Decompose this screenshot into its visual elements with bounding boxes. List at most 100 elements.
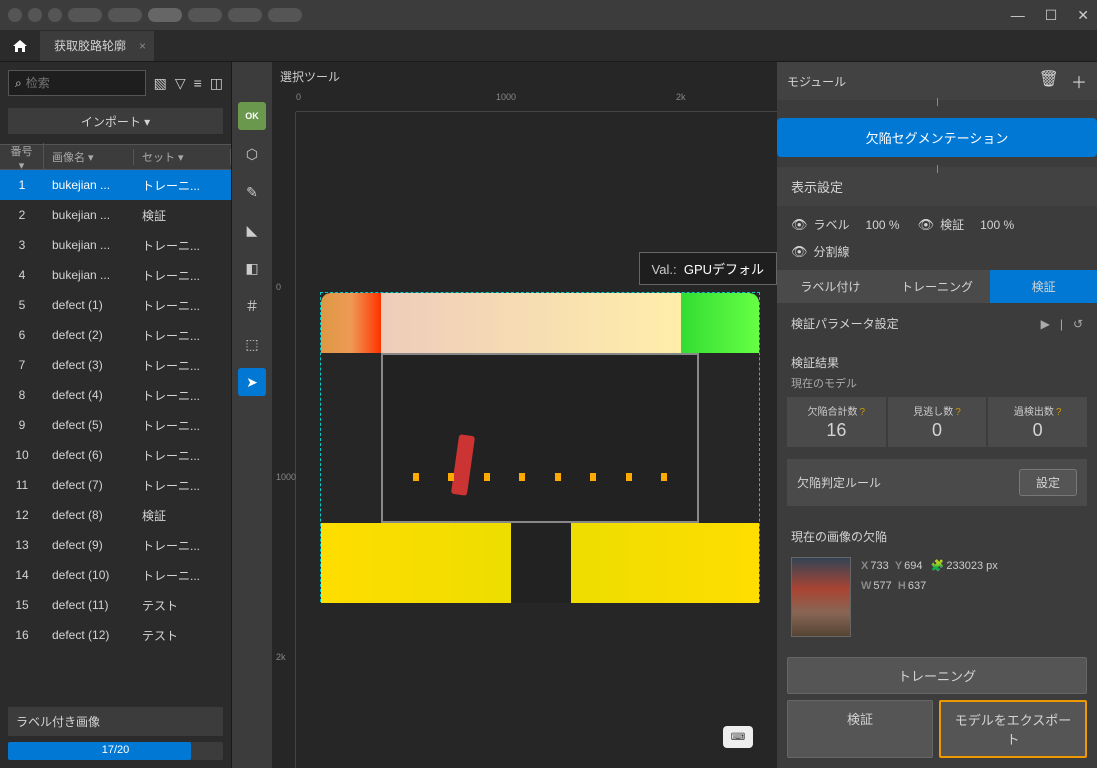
table-header: 番号 ▾ 画像名 ▾ セット ▾ <box>0 144 231 170</box>
eye-icon: 👁 <box>918 217 935 233</box>
add-image-icon[interactable]: ▧ <box>154 75 167 92</box>
segmentation-button[interactable]: 欠陥セグメンテーション <box>777 118 1097 157</box>
menu-dot[interactable] <box>28 8 42 22</box>
select-tool[interactable]: ⬚ <box>238 330 266 358</box>
stat-miss: 見逃し数? 0 <box>888 397 987 447</box>
eye-icon: 👁 <box>791 244 808 260</box>
move-tool[interactable]: ➤ <box>238 368 266 396</box>
stat-over: 過検出数? 0 <box>988 397 1087 447</box>
menu-item[interactable] <box>188 8 222 22</box>
search-input[interactable]: ⌕ <box>8 70 146 96</box>
progress-text: 17/20 <box>8 744 223 756</box>
table-row[interactable]: 7defect (3)トレーニ... <box>0 350 231 380</box>
tabbar: 获取胶路轮廓 × <box>0 30 1097 62</box>
defect-region[interactable] <box>451 434 475 496</box>
close-button[interactable]: ✕ <box>1077 7 1089 24</box>
menu-dot[interactable] <box>8 8 22 22</box>
verify-button[interactable]: 検証 <box>787 700 933 758</box>
verify-params[interactable]: 検証パラメータ設定 ▶ | ↺ <box>777 303 1097 344</box>
grid-tool[interactable]: ＃ <box>238 292 266 320</box>
defect-item[interactable]: X733 Y694 🧩233023 px W577 H637 <box>777 551 1097 643</box>
expand-icon[interactable]: ▶ <box>1041 317 1050 331</box>
table-row[interactable]: 1bukejian ...トレーニ... <box>0 170 231 200</box>
puzzle-icon: 🧩 <box>931 560 945 572</box>
module-title: モジュール <box>787 73 846 90</box>
angle-tool[interactable]: ◣ <box>238 216 266 244</box>
table-row[interactable]: 3bukejian ...トレーニ... <box>0 230 231 260</box>
tab-project[interactable]: 获取胶路轮廓 × <box>40 31 154 61</box>
import-button[interactable]: インポート ▾ <box>8 108 223 134</box>
table-row[interactable]: 12defect (8)検証 <box>0 500 231 530</box>
table-row[interactable]: 14defect (10)トレーニ... <box>0 560 231 590</box>
table-row[interactable]: 13defect (9)トレーニ... <box>0 530 231 560</box>
progress-bar: 17/20 <box>8 742 223 760</box>
table-row[interactable]: 5defect (1)トレーニ... <box>0 290 231 320</box>
toolstrip: OK ⬡ ✎ ◣ ◧ ＃ ⬚ ➤ <box>232 62 272 768</box>
menu-dot[interactable] <box>48 8 62 22</box>
vis-label[interactable]: 👁ラベル100 % <box>791 216 900 233</box>
ruler-vertical: 0 1000 2k <box>272 112 296 768</box>
settings-button[interactable]: 設定 <box>1019 469 1077 496</box>
tab-training[interactable]: トレーニング <box>884 270 991 303</box>
wand-tool[interactable]: ✎ <box>238 178 266 206</box>
table-row[interactable]: 4bukejian ...トレーニ... <box>0 260 231 290</box>
export-model-button[interactable]: モデルをエクスポート <box>939 700 1087 758</box>
table-row[interactable]: 9defect (5)トレーニ... <box>0 410 231 440</box>
menu-item[interactable] <box>268 8 302 22</box>
table-row[interactable]: 10defect (6)トレーニ... <box>0 440 231 470</box>
table-row[interactable]: 16defect (12)テスト <box>0 620 231 650</box>
result-subtitle: 現在のモデル <box>777 375 1097 397</box>
table-row[interactable]: 2bukejian ...検証 <box>0 200 231 230</box>
table-row[interactable]: 6defect (2)トレーニ... <box>0 320 231 350</box>
tab-labeling[interactable]: ラベル付け <box>777 270 884 303</box>
table-row[interactable]: 11defect (7)トレーニ... <box>0 470 231 500</box>
right-panel: モジュール 🗑 ＋ 欠陥セグメンテーション 表示設定 👁ラベル100 % 👁検証… <box>777 62 1097 768</box>
defect-thumbnail <box>791 557 851 637</box>
image-preview[interactable] <box>320 292 760 602</box>
rule-row: 欠陥判定ルール 設定 <box>787 459 1087 506</box>
ruler-horizontal: 0 1000 2k <box>296 88 777 112</box>
add-icon[interactable]: ＋ <box>1071 69 1087 93</box>
tab-close-icon[interactable]: × <box>139 39 146 53</box>
trash-icon[interactable]: 🗑 <box>1039 69 1059 93</box>
result-title: 検証結果 <box>777 344 1097 375</box>
current-defect-title: 現在の画像の欠陥 <box>777 518 1097 551</box>
viewport[interactable]: Val.: GPUデフォル ⌨ <box>296 112 777 768</box>
image-list: 1bukejian ...トレーニ...2bukejian ...検証3buke… <box>0 170 231 699</box>
stat-total: 欠陥合計数? 16 <box>787 397 886 447</box>
tab-verify[interactable]: 検証 <box>990 270 1097 303</box>
canvas-area: 選択ツール 0 1000 2k 0 1000 2k Val.: GPUデフォル <box>272 62 777 768</box>
menu-item[interactable] <box>108 8 142 22</box>
minimize-button[interactable]: — <box>1011 7 1025 23</box>
tab-label: 获取胶路轮廓 <box>54 37 126 54</box>
filter-icon[interactable]: ▽ <box>175 75 186 92</box>
list-icon[interactable]: ≡ <box>194 75 202 92</box>
col-set[interactable]: セット ▾ <box>134 149 231 165</box>
keyboard-icon[interactable]: ⌨ <box>723 726 753 748</box>
table-row[interactable]: 15defect (11)テスト <box>0 590 231 620</box>
home-button[interactable] <box>0 30 40 62</box>
titlebar: — ☐ ✕ <box>0 0 1097 30</box>
defect-info: X733 Y694 🧩233023 px W577 H637 <box>861 557 998 637</box>
menu-item[interactable] <box>68 8 102 22</box>
eraser-tool[interactable]: ◧ <box>238 254 266 282</box>
ok-tool[interactable]: OK <box>238 102 266 130</box>
menu-item[interactable] <box>148 8 182 22</box>
vis-split[interactable]: 👁分割線 <box>791 243 850 260</box>
maximize-button[interactable]: ☐ <box>1045 7 1058 24</box>
table-row[interactable]: 8defect (4)トレーニ... <box>0 380 231 410</box>
eye-icon: 👁 <box>791 217 808 233</box>
vis-verify[interactable]: 👁検証100 % <box>918 216 1015 233</box>
col-name[interactable]: 画像名 ▾ <box>44 149 134 165</box>
canvas-title: 選択ツール <box>280 68 340 85</box>
train-button[interactable]: トレーニング <box>787 657 1087 694</box>
sidebar: ⌕ ▧ ▽ ≡ ◫ インポート ▾ 番号 ▾ 画像名 ▾ セット ▾ 1buke… <box>0 62 232 768</box>
polygon-tool[interactable]: ⬡ <box>238 140 266 168</box>
labeled-images-label: ラベル付き画像 <box>8 707 223 736</box>
search-icon: ⌕ <box>15 76 22 91</box>
validation-badge: Val.: GPUデフォル <box>639 252 777 285</box>
history-icon[interactable]: ↺ <box>1073 317 1083 331</box>
col-number[interactable]: 番号 ▾ <box>0 143 44 172</box>
layout-icon[interactable]: ◫ <box>210 75 223 92</box>
menu-item[interactable] <box>228 8 262 22</box>
